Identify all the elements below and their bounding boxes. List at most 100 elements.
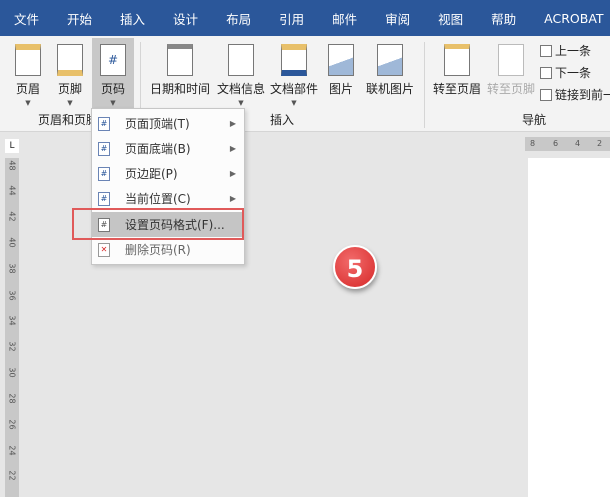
footer-icon	[57, 44, 83, 76]
page-number-menu: # 页面顶端(T) ▶ # 页面底端(B) ▶ # 页边距(P) ▶ # 当前位置(C) ▶ #…	[91, 108, 245, 265]
group-label-insert: 插入	[270, 113, 295, 127]
chevron-down-icon: ▼	[238, 99, 244, 107]
previous-label: 上一条	[555, 44, 592, 58]
header-label: 页眉	[15, 82, 40, 96]
menu-item-page-margins[interactable]: # 页边距(P) ▶	[92, 161, 244, 186]
link-to-previous-button[interactable]: 链接到前一	[540, 86, 610, 103]
tab-home[interactable]: 开始	[53, 9, 106, 28]
chevron-down-icon: ▼	[291, 99, 297, 107]
ruler-label: 32	[7, 341, 17, 352]
header-button[interactable]: 页眉 ▼	[8, 38, 48, 114]
ruler-label: 6	[553, 139, 559, 148]
online-pictures-label: 联机图片	[365, 82, 414, 96]
menu-item-label: 页面底端(B)	[125, 142, 191, 156]
ruler-label: 2	[597, 139, 603, 148]
ruler-label: 42	[7, 211, 17, 222]
ruler-label: 28	[7, 393, 17, 404]
doc-info-icon	[228, 44, 254, 76]
pictures-button[interactable]: 图片	[324, 38, 358, 114]
vertical-ruler: 48 44 42 40 38 36 34 32 30 28 26 24 22	[5, 158, 19, 497]
ruler-label: 8	[530, 139, 536, 148]
group-label-navigation: 导航	[522, 113, 547, 127]
tab-design[interactable]: 设计	[159, 9, 212, 28]
group-label-header-footer: 页眉和页脚	[38, 113, 99, 127]
tab-view[interactable]: 视图	[424, 9, 477, 28]
quick-parts-label: 文档部件	[269, 82, 318, 96]
go-to-footer-icon	[498, 44, 524, 76]
tab-layout[interactable]: 布局	[212, 9, 265, 28]
step-badge: 5	[333, 245, 377, 289]
online-picture-icon	[377, 44, 403, 76]
submenu-arrow-icon: ▶	[229, 119, 236, 128]
tab-file[interactable]: 文件	[0, 9, 53, 28]
chevron-down-icon: ▼	[67, 99, 73, 107]
doc-info-label: 文档信息	[216, 82, 265, 96]
go-to-footer-label: 转至页脚	[486, 82, 535, 96]
submenu-arrow-icon: ▶	[229, 144, 236, 153]
ruler-label: 40	[7, 237, 17, 248]
menu-item-bottom-of-page[interactable]: # 页面底端(B) ▶	[92, 136, 244, 161]
previous-icon	[540, 44, 552, 57]
ruler-label: 30	[7, 367, 17, 378]
tab-mailings[interactable]: 邮件	[318, 9, 371, 28]
ribbon-tabs: 文件 开始 插入 设计 布局 引用 邮件 审阅 视图 帮助 ACROBAT	[0, 0, 610, 36]
document-page[interactable]	[528, 158, 610, 497]
tab-review[interactable]: 审阅	[371, 9, 424, 28]
divider	[424, 42, 425, 128]
date-time-button[interactable]: 日期和时间	[148, 38, 212, 114]
next-label: 下一条	[555, 66, 592, 80]
menu-item-label: 页面顶端(T)	[125, 117, 190, 131]
ruler-label: 24	[7, 445, 17, 456]
header-icon	[15, 44, 41, 76]
ruler-label: 4	[575, 139, 581, 148]
highlight-box	[72, 208, 244, 240]
menu-item-label: 页边距(P)	[125, 167, 178, 181]
menu-item-label: 删除页码(R)	[125, 243, 191, 257]
tab-selector[interactable]: L	[5, 139, 19, 153]
page-bottom-icon: #	[98, 141, 110, 156]
ruler-label: 48	[7, 160, 17, 171]
go-to-header-button[interactable]: 转至页眉	[430, 38, 484, 114]
tab-insert[interactable]: 插入	[106, 9, 159, 28]
chevron-down-icon: ▼	[110, 99, 116, 107]
current-position-icon: #	[98, 191, 110, 206]
ruler-label: 34	[7, 315, 17, 326]
submenu-arrow-icon: ▶	[229, 194, 236, 203]
footer-label: 页脚	[57, 82, 82, 96]
page-top-icon: #	[98, 116, 110, 131]
footer-button[interactable]: 页脚 ▼	[50, 38, 90, 114]
ruler-label: 38	[7, 263, 17, 274]
horizontal-ruler: 8 6 4 2	[525, 137, 610, 151]
menu-item-remove-page-numbers[interactable]: ✕ 删除页码(R)	[92, 237, 244, 262]
calendar-clock-icon	[167, 44, 193, 76]
ruler-label: 44	[7, 185, 17, 196]
online-pictures-button[interactable]: 联机图片	[360, 38, 420, 114]
link-icon	[540, 88, 552, 101]
ruler-label: 36	[7, 290, 17, 301]
link-to-previous-label: 链接到前一	[555, 88, 610, 102]
remove-page-number-icon: ✕	[98, 242, 110, 257]
tab-acrobat[interactable]: ACROBAT	[530, 11, 610, 26]
previous-button[interactable]: 上一条	[540, 42, 591, 59]
chevron-down-icon: ▼	[25, 99, 31, 107]
ruler-label: 22	[7, 470, 17, 481]
tab-help[interactable]: 帮助	[477, 9, 530, 28]
next-button[interactable]: 下一条	[540, 64, 591, 81]
quick-parts-button[interactable]: 文档部件 ▼	[268, 38, 320, 114]
submenu-arrow-icon: ▶	[229, 169, 236, 178]
menu-item-top-of-page[interactable]: # 页面顶端(T) ▶	[92, 111, 244, 136]
next-icon	[540, 66, 552, 79]
menu-item-label: 当前位置(C)	[125, 192, 191, 206]
tab-references[interactable]: 引用	[265, 9, 318, 28]
picture-icon	[328, 44, 354, 76]
page-number-label: 页码	[100, 82, 125, 96]
go-to-footer-button[interactable]: 转至页脚	[484, 38, 538, 114]
page-number-icon: #	[100, 44, 126, 76]
ruler-label: 26	[7, 419, 17, 430]
doc-info-button[interactable]: 文档信息 ▼	[214, 38, 268, 114]
page-number-button[interactable]: # 页码 ▼	[92, 38, 134, 114]
pictures-label: 图片	[328, 82, 353, 96]
go-to-header-icon	[444, 44, 470, 76]
quick-parts-icon	[281, 44, 307, 76]
go-to-header-label: 转至页眉	[432, 82, 481, 96]
